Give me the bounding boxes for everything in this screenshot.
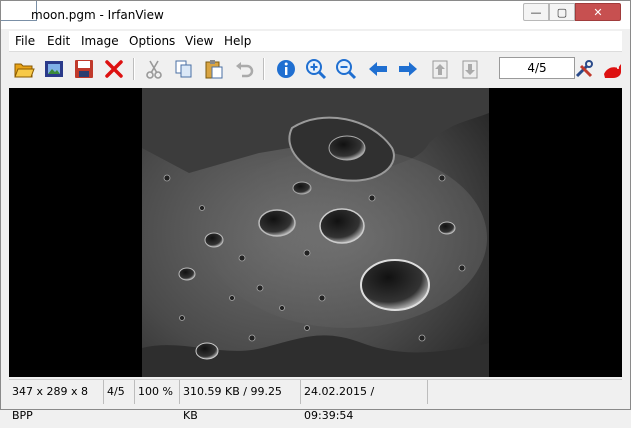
copy-icon[interactable] [171,56,197,82]
moon-image [142,88,489,377]
status-datetime: 24.02.2015 / 09:39:54 [301,380,428,422]
next-arrow-icon[interactable] [395,56,421,82]
zoom-out-icon[interactable] [333,56,359,82]
menu-file[interactable]: File [15,34,35,48]
menu-image[interactable]: Image [81,34,119,48]
save-icon[interactable] [71,56,97,82]
cut-icon[interactable] [141,56,167,82]
status-index: 4/5 [104,380,135,404]
window-title: moon.pgm - IrfanView [31,8,164,22]
minimize-button[interactable]: — [523,3,549,21]
open-folder-icon[interactable] [11,56,37,82]
status-dimensions: 347 x 289 x 8 BPP [9,380,104,422]
page-down-icon[interactable] [457,56,483,82]
delete-icon[interactable] [101,56,127,82]
page-indicator[interactable]: 4/5 [499,57,575,79]
previous-arrow-icon[interactable] [365,56,391,82]
image-viewport[interactable] [9,88,622,377]
page-up-icon[interactable] [427,56,453,82]
toolbar-separator [263,58,265,80]
zoom-in-icon[interactable] [303,56,329,82]
status-bar: 347 x 289 x 8 BPP 4/5 100 % 310.59 KB / … [9,379,622,422]
maximize-button[interactable]: ▢ [549,3,575,21]
menu-bar: File Edit Image Options View Help [9,31,622,52]
menu-help[interactable]: Help [224,34,251,48]
close-button[interactable]: ✕ [575,3,621,21]
status-filesize: 310.59 KB / 99.25 KB [180,380,301,422]
irfanview-cat-icon[interactable] [599,56,625,82]
paste-icon[interactable] [201,56,227,82]
undo-icon[interactable] [231,56,257,82]
toolbar-separator [133,58,135,80]
menu-view[interactable]: View [185,34,213,48]
menu-options[interactable]: Options [129,34,175,48]
toolbar: 4/5 [9,52,622,86]
slideshow-icon[interactable] [41,56,67,82]
info-icon[interactable] [273,56,299,82]
settings-tools-icon[interactable] [571,56,597,82]
title-bar[interactable]: moon.pgm - IrfanView — ▢ ✕ [1,1,630,29]
irfanview-window: moon.pgm - IrfanView — ▢ ✕ File Edit Ima… [0,0,631,422]
status-zoom: 100 % [135,380,180,404]
menu-edit[interactable]: Edit [47,34,70,48]
